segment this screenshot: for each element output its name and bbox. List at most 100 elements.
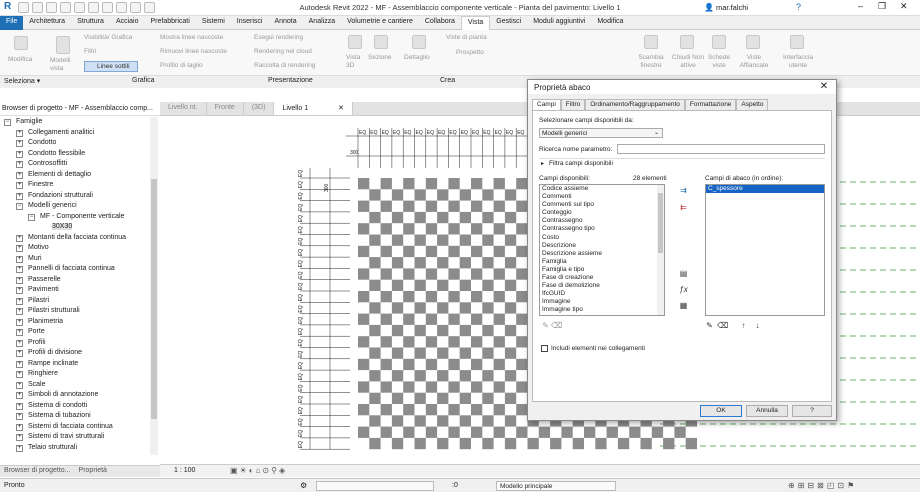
section-button-icon[interactable] bbox=[374, 35, 388, 49]
available-fields-list[interactable]: Codice assieme Commenti Commenti sul tipo C… bbox=[539, 184, 665, 316]
browser-item[interactable]: 30X30 bbox=[0, 222, 150, 233]
expand-icon[interactable]: + bbox=[16, 140, 23, 147]
available-field-item[interactable]: Fase di creazione bbox=[540, 274, 664, 282]
available-field-item[interactable]: Commenti sul tipo bbox=[540, 201, 664, 209]
thin-lines-toggle[interactable]: Linee sottili bbox=[84, 61, 138, 72]
ribbon-tab-acciaio[interactable]: Acciaio bbox=[110, 16, 145, 30]
expand-icon[interactable]: + bbox=[16, 423, 23, 431]
ribbon-tab-gestisci[interactable]: Gestisci bbox=[490, 16, 527, 30]
expand-icon[interactable]: + bbox=[16, 245, 23, 252]
available-field-item[interactable]: Costo bbox=[540, 234, 664, 242]
browser-item[interactable]: − Famiglie bbox=[0, 117, 150, 128]
tab-project-browser[interactable]: Browser di progetto... bbox=[0, 466, 75, 477]
remove-field-icon[interactable]: ⇇ bbox=[679, 203, 688, 212]
close-view-tab-icon[interactable]: ✕ bbox=[336, 105, 344, 112]
available-field-item[interactable]: IfcGUID bbox=[540, 290, 664, 298]
browser-item[interactable]: + Simboli di annotazione bbox=[0, 390, 150, 401]
dialog-tab[interactable]: Ordinamento/Raggruppamento bbox=[585, 99, 685, 110]
panel-select[interactable]: Seleziona ▾ bbox=[4, 77, 40, 85]
expand-icon[interactable]: + bbox=[16, 171, 23, 179]
view-controls-icons[interactable]: ▣☀◐⌂⊙⚲◈ bbox=[230, 466, 287, 475]
cancel-button[interactable]: Annulla bbox=[746, 405, 788, 417]
view-tab[interactable]: (3D) bbox=[244, 102, 275, 115]
browser-item[interactable]: + Pavimenti bbox=[0, 285, 150, 296]
expand-icon[interactable]: + bbox=[16, 129, 23, 137]
browser-scrollbar-thumb[interactable] bbox=[151, 179, 157, 419]
available-field-item[interactable]: Immagine bbox=[540, 298, 664, 306]
user-name[interactable]: mar.falchi bbox=[716, 3, 748, 12]
dialog-tab[interactable]: Campi bbox=[532, 99, 561, 110]
workset-select[interactable] bbox=[316, 481, 434, 491]
user-interface-button[interactable]: Interfaccia utente bbox=[780, 54, 816, 70]
collapse-icon[interactable]: − bbox=[4, 119, 11, 126]
close-inactive-icon[interactable] bbox=[680, 35, 694, 49]
tab-views-button[interactable]: Schede viste bbox=[706, 54, 732, 70]
add-parameter-icon[interactable]: ▤ bbox=[679, 269, 688, 278]
browser-item[interactable]: + Ringhiere bbox=[0, 369, 150, 380]
filters-button[interactable]: Filtri bbox=[84, 48, 96, 55]
select-fields-dropdown[interactable]: Modelli generici ⌄ bbox=[539, 128, 663, 138]
browser-item[interactable]: + Porte bbox=[0, 327, 150, 338]
ribbon-tab-sistemi[interactable]: Sistemi bbox=[196, 16, 231, 30]
workset-icon[interactable]: ⚙ bbox=[300, 481, 307, 490]
combine-parameters-icon[interactable]: ▦ bbox=[679, 301, 688, 310]
expand-icon[interactable]: + bbox=[16, 297, 23, 305]
view-templates-button[interactable]: Modelli vista bbox=[50, 57, 78, 73]
delete-param-left-icon[interactable]: ⌫ bbox=[551, 321, 562, 330]
cut-profile-button[interactable]: Profilo di taglio bbox=[160, 62, 203, 69]
expand-icon[interactable]: + bbox=[16, 371, 23, 378]
callout-button-icon[interactable] bbox=[412, 35, 426, 49]
render-button[interactable]: Esegui rendering bbox=[254, 34, 303, 41]
available-field-item[interactable]: Livello bbox=[540, 315, 664, 316]
ribbon-tab-file[interactable]: File bbox=[0, 16, 24, 30]
expand-icon[interactable]: + bbox=[16, 381, 23, 389]
modify-button[interactable]: Modifica bbox=[8, 56, 32, 63]
expand-icon[interactable]: + bbox=[16, 329, 23, 336]
expand-icon[interactable]: + bbox=[16, 266, 23, 273]
view-templates-icon[interactable] bbox=[56, 36, 70, 54]
dialog-tab[interactable]: Aspetto bbox=[736, 99, 769, 110]
available-field-item[interactable]: Famiglia bbox=[540, 258, 664, 266]
ribbon-tab-volumetrie-e-cantiere[interactable]: Volumetrie e cantiere bbox=[341, 16, 419, 30]
ribbon-tab-architettura[interactable]: Architettura bbox=[23, 16, 71, 30]
close-inactive-button[interactable]: Chiudi Non attive bbox=[670, 54, 706, 70]
available-field-item[interactable]: Fase di demolizione bbox=[540, 282, 664, 290]
browser-item[interactable]: − Modelli generici bbox=[0, 201, 150, 212]
available-field-item[interactable]: Famiglia e tipo bbox=[540, 266, 664, 274]
cloud-render-button[interactable]: Rendering nel cloud bbox=[254, 48, 312, 55]
expand-icon[interactable]: + bbox=[16, 255, 23, 263]
remove-hidden-lines-button[interactable]: Rimuovi linee nascoste bbox=[160, 48, 227, 55]
browser-item[interactable]: − MF - Componente verticale bbox=[0, 212, 150, 223]
3d-view-button[interactable]: Vista 3D bbox=[346, 54, 364, 70]
ribbon-tab-vista[interactable]: Vista bbox=[460, 16, 491, 30]
browser-item[interactable]: + Profili bbox=[0, 338, 150, 349]
edit-param-left-icon[interactable]: ✎ bbox=[541, 321, 550, 330]
expand-icon[interactable]: + bbox=[16, 350, 23, 357]
expand-icon[interactable]: + bbox=[16, 287, 23, 294]
move-down-icon[interactable]: ↓ bbox=[753, 321, 762, 330]
expand-icon[interactable]: + bbox=[16, 402, 23, 410]
available-fields-scrollbar[interactable] bbox=[657, 185, 664, 315]
collapse-icon[interactable]: − bbox=[28, 213, 35, 221]
browser-item[interactable]: + Condotto bbox=[0, 138, 150, 149]
dialog-tab[interactable]: Filtro bbox=[560, 99, 586, 110]
browser-item[interactable]: + Sistemi di travi strutturali bbox=[0, 432, 150, 443]
browser-item[interactable]: + Condotto flessibile bbox=[0, 149, 150, 160]
browser-item[interactable]: + Planimetria bbox=[0, 317, 150, 328]
tile-views-button[interactable]: Viste Affiancate bbox=[734, 54, 774, 70]
available-field-item[interactable]: Immagine tipo bbox=[540, 306, 664, 314]
available-field-item[interactable]: Descrizione assieme bbox=[540, 250, 664, 258]
tab-views-icon[interactable] bbox=[712, 35, 726, 49]
expand-icon[interactable]: + bbox=[16, 276, 23, 284]
browser-item[interactable]: + Collegamenti analitici bbox=[0, 128, 150, 139]
browser-scrollbar[interactable] bbox=[150, 117, 158, 455]
dialog-close-icon[interactable]: ✕ bbox=[818, 81, 830, 92]
browser-item[interactable]: + Pilastri strutturali bbox=[0, 306, 150, 317]
move-up-icon[interactable]: ↑ bbox=[739, 321, 748, 330]
visibility-graphics-button[interactable]: Visibilità/ Grafica bbox=[84, 34, 132, 41]
search-parameter-input[interactable] bbox=[617, 144, 825, 154]
expand-icon[interactable]: + bbox=[16, 161, 23, 168]
collapse-icon[interactable]: − bbox=[16, 203, 23, 210]
browser-item[interactable]: + Pannelli di facciata continua bbox=[0, 264, 150, 275]
expand-icon[interactable]: + bbox=[16, 339, 23, 347]
